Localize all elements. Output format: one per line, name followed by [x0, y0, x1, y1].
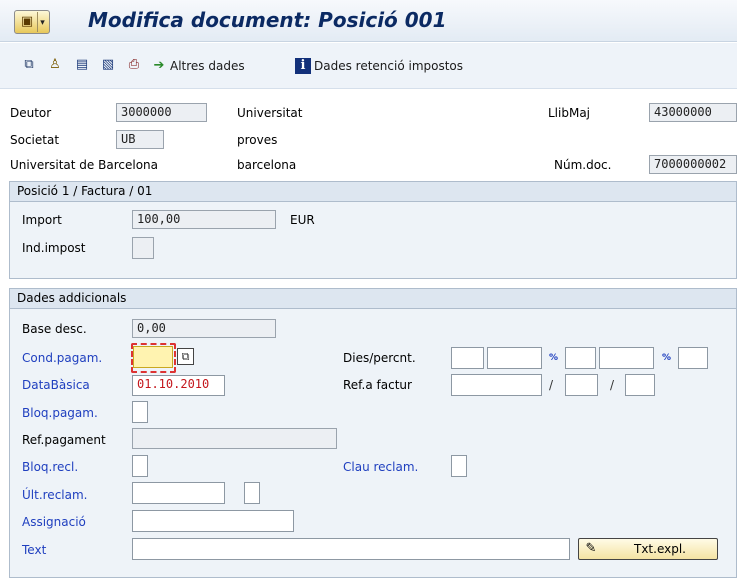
ref-pagament-field[interactable]	[132, 428, 337, 449]
text-edit-icon: ✎	[585, 541, 597, 556]
slash-1: /	[549, 378, 554, 392]
txt-expl-button[interactable]: ✎ Txt.expl.	[578, 538, 718, 560]
deutor-label: Deutor	[10, 106, 52, 120]
save-icon[interactable]: ▤	[74, 57, 90, 73]
company-name: Universitat de Barcelona	[10, 158, 158, 172]
ref-factur-field[interactable]	[451, 374, 542, 396]
text-field[interactable]	[132, 538, 570, 560]
value-help-icon[interactable]: ⧉	[177, 348, 194, 365]
ref-pagament-label: Ref.pagament	[22, 433, 106, 447]
system-menu-button[interactable]: ▣ ▾	[14, 10, 50, 34]
ref-factur-pos-field[interactable]	[625, 374, 655, 396]
llibmaj-label: LlibMaj	[548, 106, 591, 120]
ref-factur-label: Ref.a factur	[343, 378, 412, 392]
base-desc-field[interactable]: 0,00	[132, 319, 276, 338]
application-toolbar: ⧉ ♙ ▤ ▧ ⎙ ➔ Altres dades i Dades retenci…	[0, 43, 737, 89]
altres-dades-button[interactable]: ➔ Altres dades	[151, 56, 245, 76]
cond-pagam-field[interactable]	[133, 346, 173, 368]
dies-percnt-label: Dies/percnt.	[343, 351, 416, 365]
import-field[interactable]: 100,00	[132, 210, 276, 229]
document-icon[interactable]: ▧	[100, 57, 116, 73]
copy-icon[interactable]: ⧉	[21, 57, 37, 73]
clau-reclam-label[interactable]: Clau reclam.	[343, 460, 418, 474]
addicionals-group: Dades addicionals	[9, 288, 737, 578]
screen-icon: ▣	[20, 14, 34, 29]
assignacio-field[interactable]	[132, 510, 294, 532]
numdoc-label: Núm.doc.	[554, 158, 612, 172]
bloq-pagam-label[interactable]: Bloq.pagam.	[22, 406, 98, 420]
base-desc-label: Base desc.	[22, 322, 87, 336]
percnt-1-field[interactable]	[487, 347, 542, 369]
dades-retencio-label: Dades retenció impostos	[314, 59, 464, 73]
numdoc-field[interactable]: 7000000002	[649, 155, 737, 174]
indimpost-field[interactable]	[132, 237, 154, 259]
ult-reclam-field[interactable]	[132, 482, 225, 504]
posicio-group-title: Posició 1 / Factura / 01	[10, 182, 736, 202]
llibmaj-field[interactable]: 43000000	[649, 103, 737, 122]
bloq-pagam-field[interactable]	[132, 401, 148, 423]
dades-retencio-button[interactable]: i Dades retenció impostos	[295, 56, 463, 76]
dies-1-field[interactable]	[451, 347, 484, 369]
dies-3-field[interactable]	[678, 347, 708, 369]
assignacio-label[interactable]: Assignació	[22, 515, 86, 529]
dies-2-field[interactable]	[565, 347, 596, 369]
addicionals-group-title: Dades addicionals	[10, 289, 736, 309]
societat-field[interactable]: UB	[116, 130, 164, 149]
page-title: Modifica document: Posició 001	[88, 8, 447, 32]
percent-sign-1: %	[549, 353, 559, 363]
print-icon[interactable]: ⎙	[126, 57, 142, 73]
societat-label: Societat	[10, 133, 60, 147]
databasica-field[interactable]: 01.10.2010	[132, 375, 225, 396]
info-icon: i	[295, 58, 311, 74]
indimpost-label: Ind.impost	[22, 241, 86, 255]
txt-expl-label: Txt.expl.	[634, 542, 686, 556]
cond-pagam-label[interactable]: Cond.pagam.	[22, 351, 102, 365]
import-label: Import	[22, 213, 62, 227]
text-label[interactable]: Text	[22, 543, 46, 557]
databasica-label[interactable]: DataBàsica	[22, 378, 90, 392]
ult-reclam-level-field[interactable]	[244, 482, 260, 504]
person-icon[interactable]: ♙	[47, 57, 63, 73]
bloq-recl-field[interactable]	[132, 455, 148, 477]
altres-dades-label: Altres dades	[170, 59, 245, 73]
societat-name: proves	[237, 133, 278, 147]
slash-2: /	[610, 378, 615, 392]
deutor-field[interactable]: 3000000	[116, 103, 207, 122]
posicio-group: Posició 1 / Factura / 01	[9, 181, 737, 279]
clau-reclam-field[interactable]	[451, 455, 467, 477]
city-name: barcelona	[237, 158, 297, 172]
arrow-right-icon: ➔	[153, 58, 165, 73]
title-bar: ▣ ▾ Modifica document: Posició 001	[0, 0, 737, 42]
bloq-recl-label[interactable]: Bloq.recl.	[22, 460, 78, 474]
ult-reclam-label[interactable]: Últ.reclam.	[22, 488, 87, 502]
percnt-2-field[interactable]	[599, 347, 654, 369]
deutor-name: Universitat	[237, 106, 303, 120]
chevron-down-icon: ▾	[37, 12, 47, 32]
percent-sign-2: %	[662, 353, 672, 363]
ref-factur-year-field[interactable]	[565, 374, 598, 396]
currency-label: EUR	[290, 213, 315, 227]
